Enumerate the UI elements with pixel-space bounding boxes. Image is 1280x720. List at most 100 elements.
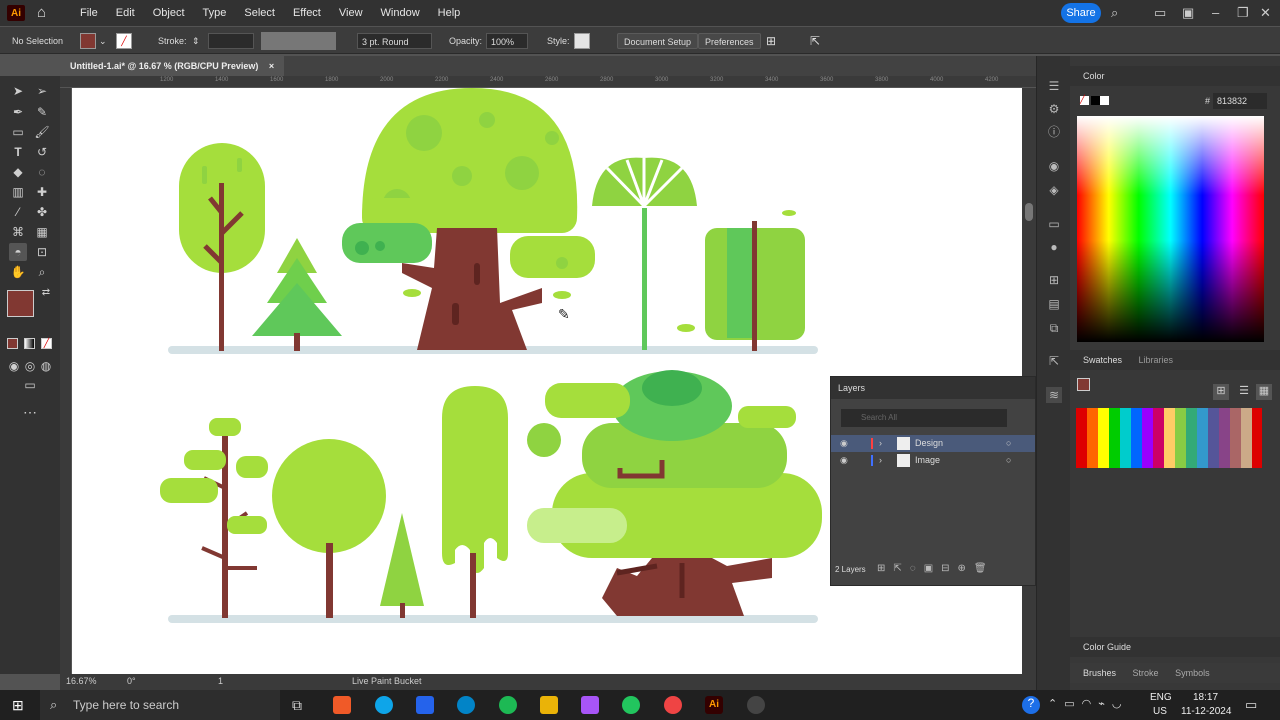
menu-object[interactable]: Object [144,0,194,26]
close-icon[interactable]: ✕ [1260,5,1271,21]
region[interactable]: US [1153,706,1167,717]
rotation-value[interactable]: 0° [127,676,136,686]
chrome-profile-icon[interactable] [664,696,682,714]
fill-color-box[interactable] [7,290,34,317]
hex-input[interactable]: 813832 [1213,93,1267,109]
type-tool-icon[interactable]: T [9,143,27,161]
align-icon[interactable]: ⊞ [766,33,776,49]
variable-width-profile[interactable] [261,32,336,50]
opacity-label[interactable]: Opacity: [449,33,482,49]
menu-edit[interactable]: Edit [107,0,144,26]
settings-icon[interactable]: ⚙ [1046,101,1062,117]
graphic-styles-icon[interactable]: ◈ [1046,182,1062,198]
chevron-right-icon[interactable]: › [879,435,882,452]
chrome-icon[interactable] [622,696,640,714]
minimize-icon[interactable]: – [1212,5,1219,20]
menu-help[interactable]: Help [429,0,470,26]
swatch-fill-indicator[interactable] [1077,378,1090,391]
preferences-button[interactable]: Preferences [698,33,761,49]
spotify-icon[interactable] [499,696,517,714]
gradient-tool-icon[interactable]: ▥ [9,183,27,201]
brush-definition[interactable]: 3 pt. Round [357,33,432,49]
paintbrush-tool-icon[interactable]: 🖌 [33,123,51,141]
menu-effect[interactable]: Effect [284,0,330,26]
skype-icon[interactable] [457,696,475,714]
curvature-tool-icon[interactable]: ✎ [33,103,51,121]
stroke-weight-field[interactable] [208,33,254,49]
target-icon[interactable]: ○ [1006,435,1011,452]
edge-icon[interactable] [375,696,393,714]
list-view-icon[interactable]: ☰ [1236,384,1252,400]
layer-name[interactable]: Image [915,452,940,469]
chevron-down-icon[interactable]: ⌄ [99,33,107,49]
camera-icon[interactable] [581,696,599,714]
task-view-icon[interactable]: ⧉ [292,697,302,714]
swap-colors-icon[interactable]: ⇄ [37,284,55,302]
none-mode-icon[interactable]: ╱ [41,338,52,349]
none-color-icon[interactable]: ╱ [1080,96,1089,105]
windows-start-icon[interactable]: ⊞ [12,697,24,714]
layers-panel-title[interactable]: Layers [831,377,1035,399]
taskbar-search[interactable]: ⌕ Type here to search [40,690,280,720]
zoom-tool-icon[interactable]: ⌕ [33,263,51,281]
menu-select[interactable]: Select [235,0,284,26]
search-icon[interactable]: ⌕ [1111,5,1118,21]
obs-icon[interactable] [747,696,765,714]
workspace-icon[interactable]: ▣ [1182,5,1194,21]
store-icon[interactable] [416,696,434,714]
layer-row-design[interactable]: ◉ › Design ○ [831,435,1035,452]
pen-tool-icon[interactable]: ✒ [9,103,27,121]
rectangle-tool-icon[interactable]: ▭ [9,123,27,141]
blend-tool-icon[interactable]: ⌘ [9,223,27,241]
appearance-icon[interactable]: ◉ [1046,158,1062,174]
layer-row-image[interactable]: ◉ › Image ○ [831,452,1035,469]
show-swatch-kinds-icon[interactable]: ⊞ [1213,384,1229,400]
draw-inside-icon[interactable]: ◍ [37,357,55,375]
selection-tool-icon[interactable]: ➤ [9,82,27,100]
menu-view[interactable]: View [330,0,372,26]
tab-stroke[interactable]: Stroke [1133,668,1159,678]
close-tab-icon[interactable]: × [269,61,274,71]
document-setup-button[interactable]: Document Setup [617,33,699,49]
rotate-tool-icon[interactable]: ↺ [33,143,51,161]
share-button[interactable]: Share [1061,3,1101,23]
shape-builder-tool-icon[interactable]: ✚ [33,183,51,201]
arrange-documents-icon[interactable]: ▭ [1154,5,1166,21]
illustrator-taskbar-icon[interactable]: Ai [705,696,723,714]
fill-swatch[interactable] [80,33,96,49]
info-icon[interactable]: ⓘ [1046,124,1062,140]
live-paint-bucket-tool-icon[interactable]: ◓ [9,243,27,261]
clock-time[interactable]: 18:17 [1193,692,1218,703]
menu-window[interactable]: Window [372,0,429,26]
notifications-icon[interactable]: ▭ [1245,697,1257,713]
color-mode-icon[interactable] [7,338,18,349]
hand-tool-icon[interactable]: ✋ [9,263,27,281]
scroll-thumb[interactable] [1025,203,1033,221]
home-icon[interactable]: ⌂ [37,5,53,21]
eraser-tool-icon[interactable]: ◆ [9,163,27,181]
black-color-icon[interactable] [1091,96,1100,105]
layer-name[interactable]: Design [915,435,943,452]
grid-view-icon[interactable]: ▦ [1256,384,1272,400]
export-icon[interactable]: ⇱ [810,33,820,49]
artboard-number[interactable]: 1 [218,676,223,686]
align-panel-icon[interactable]: ⊞ [1046,272,1062,288]
eyedropper-tool-icon[interactable]: ⁄ [9,203,27,221]
tab-brushes[interactable]: Brushes [1083,668,1116,678]
menu-file[interactable]: File [71,0,107,26]
layers-search-input[interactable]: Search All [841,409,1007,427]
visibility-eye-icon[interactable]: ◉ [840,452,848,469]
file-explorer-icon[interactable] [540,696,558,714]
opacity-field[interactable]: 100% [486,33,528,49]
symbol-sprayer-tool-icon[interactable]: ✤ [33,203,51,221]
color-guide-header[interactable]: Color Guide [1070,637,1280,657]
swatch-grid[interactable] [1076,408,1262,468]
column-graph-tool-icon[interactable]: ▦ [33,223,51,241]
tab-symbols[interactable]: Symbols [1175,668,1210,678]
screen-mode-icon[interactable]: ▭ [21,376,39,394]
zoom-level[interactable]: 16.67% [66,676,97,686]
visibility-eye-icon[interactable]: ◉ [840,435,848,452]
document-tab[interactable]: Untitled-1.ai* @ 16.67 % (RGB/CPU Previe… [60,56,285,76]
language[interactable]: ENG [1150,692,1172,703]
warp-tool-icon[interactable]: ◌ [33,163,51,181]
